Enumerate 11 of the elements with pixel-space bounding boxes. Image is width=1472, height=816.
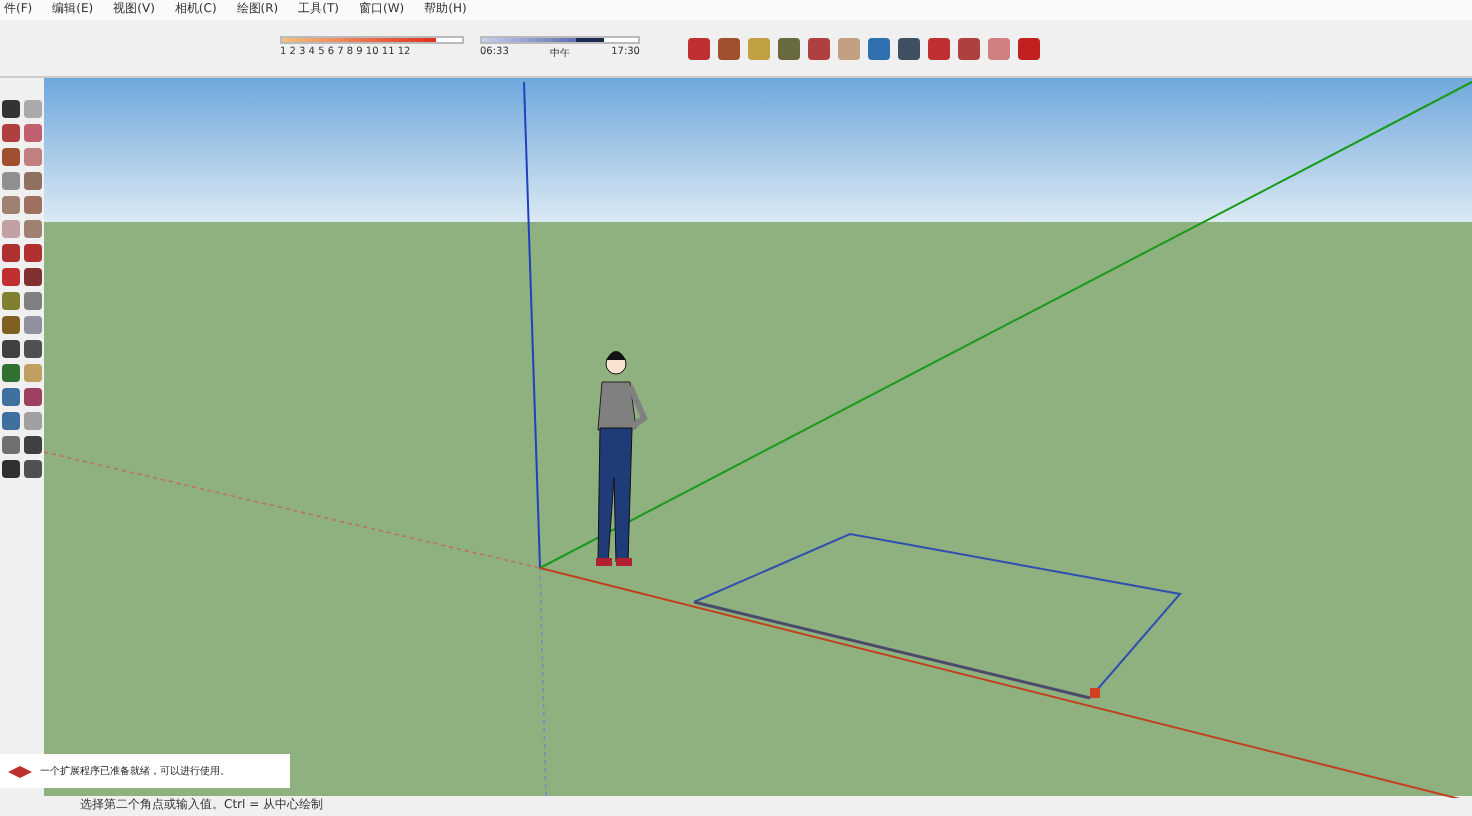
tool-icon[interactable] — [808, 37, 830, 59]
tool-icon[interactable] — [688, 37, 710, 59]
tool-icon[interactable] — [868, 37, 890, 59]
tool-icon[interactable] — [928, 37, 950, 59]
tool-icon[interactable] — [958, 37, 980, 59]
extension-icon — [8, 765, 32, 777]
tool-icon[interactable] — [778, 37, 800, 59]
tool-icon[interactable] — [718, 37, 740, 59]
tool-icon[interactable] — [1018, 37, 1040, 59]
cursor-icon — [1090, 688, 1100, 698]
tool-icon[interactable] — [898, 37, 920, 59]
